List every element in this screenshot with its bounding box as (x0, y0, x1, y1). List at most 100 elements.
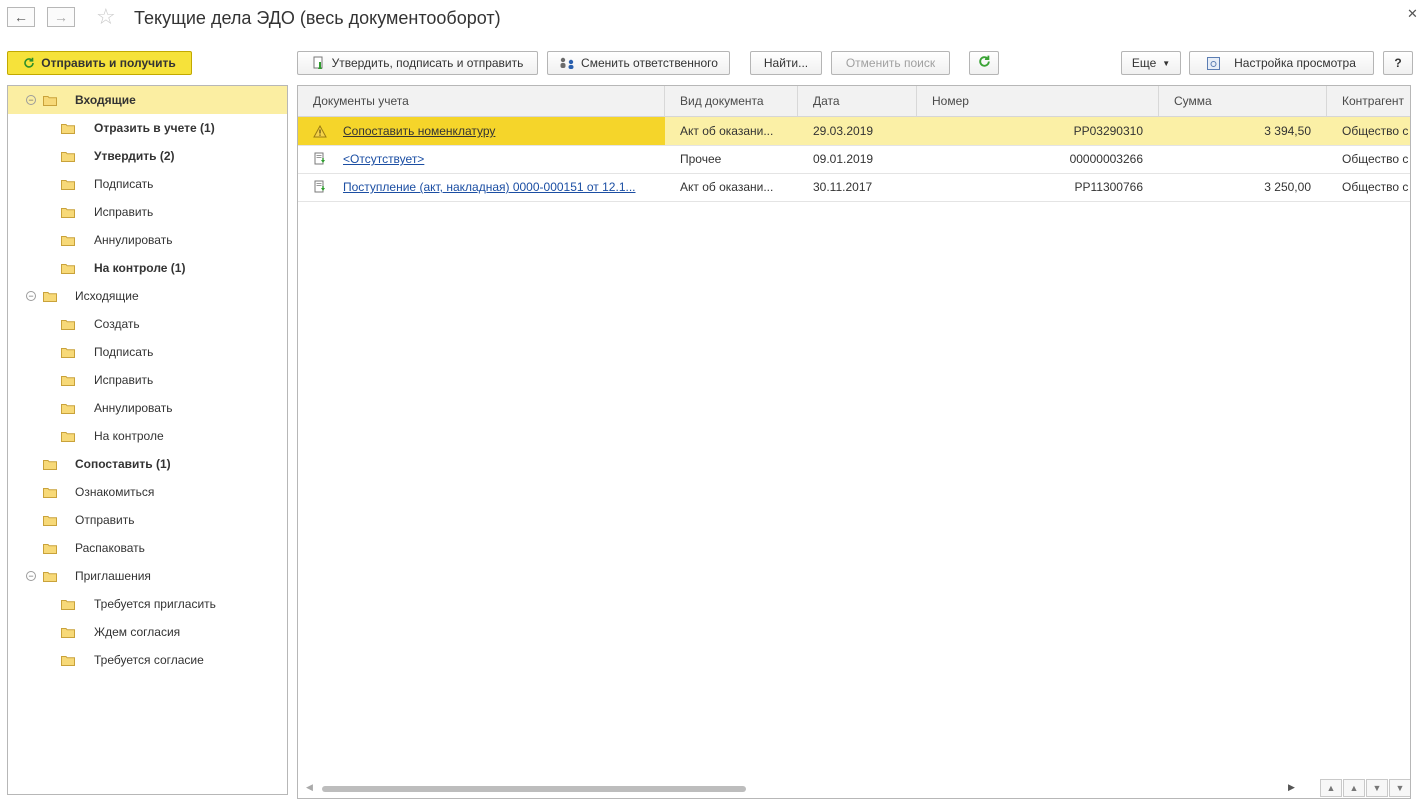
column-counterparty-cell: Общество с (1327, 173, 1410, 201)
tree-item[interactable]: На контроле (1) (8, 254, 287, 282)
tree-item-label: Ждем согласия (94, 625, 181, 639)
tree-item[interactable]: Утвердить (2) (8, 142, 287, 170)
folder-icon (61, 123, 75, 134)
chevron-down-icon: ▼ (1162, 58, 1171, 68)
column-date-header[interactable]: Дата (798, 86, 917, 116)
tree-item-label: На контроле (1) (94, 261, 186, 275)
column-documents-header[interactable]: Документы учета (298, 86, 665, 116)
folder-icon (43, 571, 57, 582)
scroll-right-icon[interactable]: ▶ (1288, 782, 1295, 793)
column-number-header[interactable]: Номер (917, 86, 1159, 116)
go-last-icon[interactable]: ▼ (1389, 779, 1410, 797)
folder-icon (43, 459, 57, 470)
approve-sign-send-button[interactable]: Утвердить, подписать и отправить (297, 51, 538, 75)
table-row[interactable]: <Отсутствует> Прочее 09.01.2019 00000003266… (298, 145, 1410, 174)
tree-item-label: Отправить (75, 513, 135, 527)
column-date-value: 09.01.2019 (813, 152, 874, 166)
tree-item-label: Аннулировать (94, 233, 173, 247)
more-button[interactable]: Еще ▼ (1121, 51, 1181, 75)
document-link[interactable]: <Отсутствует> (343, 152, 424, 166)
go-first-icon[interactable]: ▲ (1320, 779, 1342, 797)
tree-item[interactable]: Создать (8, 310, 287, 338)
document-link[interactable]: Поступление (акт, накладная) 0000-000151… (343, 180, 636, 194)
tree-item[interactable]: Аннулировать (8, 226, 287, 254)
tree-item[interactable]: − Приглашения (8, 562, 287, 590)
column-documents-cell[interactable]: <Отсутствует> (298, 145, 665, 173)
refresh-button[interactable] (969, 51, 999, 75)
column-date-cell: 30.11.2017 (798, 173, 917, 201)
folder-icon (43, 487, 57, 498)
tree-item[interactable]: На контроле (8, 422, 287, 450)
find-button[interactable]: Найти... (750, 51, 822, 75)
column-doc-kind-value: Прочее (680, 152, 722, 166)
tree-item-label: Входящие (75, 93, 136, 107)
column-counterparty-cell: Общество с (1327, 145, 1410, 173)
tree-item[interactable]: Требуется согласие (8, 646, 287, 674)
tree-item[interactable]: Распаковать (8, 534, 287, 562)
tree-item-label: Исправить (94, 205, 154, 219)
tree-item-label: На контроле (94, 429, 164, 443)
horizontal-scrollbar[interactable]: ◀ ▶ (298, 780, 1318, 798)
tree-item-label: Требуется согласие (94, 653, 204, 667)
folder-icon (61, 179, 75, 190)
column-counterparty-value: Общество с (1342, 180, 1409, 194)
column-doc-kind-header[interactable]: Вид документа (665, 86, 798, 116)
cancel-search-button[interactable]: Отменить поиск (831, 51, 950, 75)
page-title: Текущие дела ЭДО (весь документооборот) (134, 8, 501, 28)
send-receive-button[interactable]: Отправить и получить (7, 51, 192, 75)
collapse-toggle-icon[interactable]: − (26, 95, 36, 105)
help-button[interactable]: ? (1383, 51, 1413, 75)
column-doc-kind-cell: Акт об оказани... (665, 173, 798, 201)
tree-item[interactable]: Отправить (8, 506, 287, 534)
view-settings-button[interactable]: Настройка просмотра (1189, 51, 1374, 75)
tree-item[interactable]: Подписать (8, 170, 287, 198)
scroll-left-icon[interactable]: ◀ (306, 782, 313, 793)
scrollbar-thumb[interactable] (322, 786, 746, 792)
column-sum-value: 3 250,00 (1264, 180, 1311, 194)
favorite-star-icon[interactable]: ☆ (96, 4, 116, 30)
column-documents-cell[interactable]: Сопоставить номенклатуру (298, 117, 665, 145)
forward-button[interactable]: → (47, 7, 75, 27)
change-responsible-button[interactable]: Сменить ответственного (547, 51, 730, 75)
page-up-icon[interactable]: ▲ (1343, 779, 1365, 797)
collapse-toggle-icon[interactable]: − (26, 291, 36, 301)
table-row[interactable]: Поступление (акт, накладная) 0000-000151… (298, 173, 1410, 202)
column-number-cell: РР11300766 (917, 173, 1159, 201)
arrow-right-icon: → (54, 9, 68, 25)
close-icon[interactable]: ✕ (1407, 6, 1418, 22)
tree-item[interactable]: Отразить в учете (1) (8, 114, 287, 142)
tree-item-label: Приглашения (75, 569, 151, 583)
document-incoming-icon (313, 180, 327, 194)
table-header: Документы учета Вид документа Дата Номер Сум… (298, 86, 1410, 117)
tree-item[interactable]: − Исходящие (8, 282, 287, 310)
change-responsible-label: Сменить ответственного (581, 56, 718, 70)
column-sum-header[interactable]: Сумма (1159, 86, 1327, 116)
tree-item[interactable]: − Входящие (8, 86, 287, 114)
tree-item[interactable]: Ждем согласия (8, 618, 287, 646)
tree-item[interactable]: Аннулировать (8, 394, 287, 422)
column-counterparty-cell: Общество с (1327, 117, 1410, 145)
find-label: Найти... (763, 56, 809, 70)
column-sum-cell (1159, 145, 1327, 173)
document-link[interactable]: Сопоставить номенклатуру (343, 124, 495, 138)
column-number-cell: РР03290310 (917, 117, 1159, 145)
tree-item[interactable]: Исправить (8, 366, 287, 394)
tree-item[interactable]: Подписать (8, 338, 287, 366)
tree-item-label: Аннулировать (94, 401, 173, 415)
column-sum-cell: 3 250,00 (1159, 173, 1327, 201)
folder-icon (61, 235, 75, 246)
table-row[interactable]: Сопоставить номенклатуру Акт об оказани..… (298, 117, 1410, 146)
tree-item[interactable]: Требуется пригласить (8, 590, 287, 618)
tree-item[interactable]: Ознакомиться (8, 478, 287, 506)
document-approve-icon (312, 56, 326, 70)
tree-item[interactable]: Сопоставить (1) (8, 450, 287, 478)
back-button[interactable]: ← (7, 7, 35, 27)
tree-item[interactable]: Исправить (8, 198, 287, 226)
column-documents-cell[interactable]: Поступление (акт, накладная) 0000-000151… (298, 173, 665, 201)
collapse-toggle-icon[interactable]: − (26, 571, 36, 581)
folder-icon (43, 291, 57, 302)
folder-icon (61, 655, 75, 666)
column-counterparty-header[interactable]: Контрагент (1327, 86, 1410, 116)
view-settings-label: Настройка просмотра (1234, 56, 1356, 70)
page-down-icon[interactable]: ▼ (1366, 779, 1388, 797)
